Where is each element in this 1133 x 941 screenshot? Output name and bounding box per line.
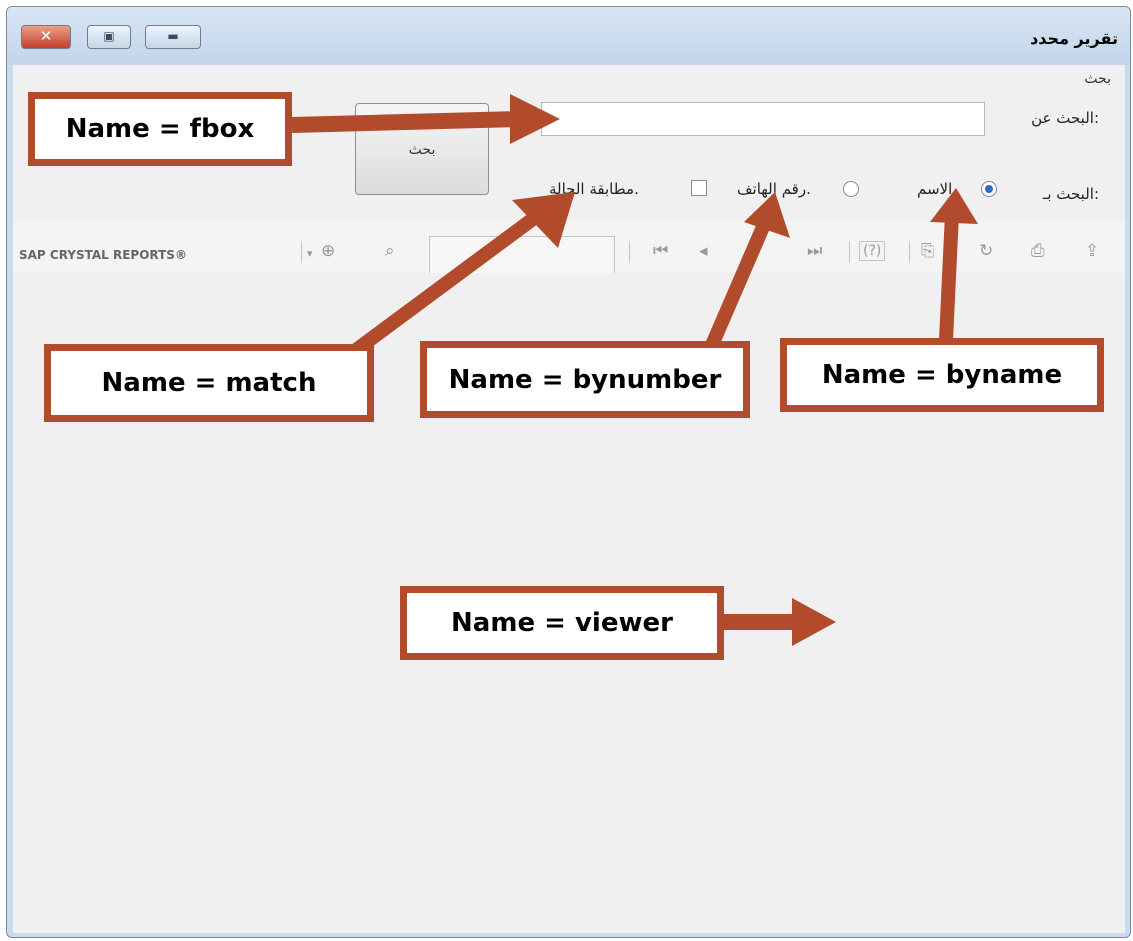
callout-fbox: Name = fbox	[28, 92, 292, 166]
arrow-to-bynumber	[705, 217, 773, 348]
arrow-head-viewer	[792, 598, 836, 646]
arrow-to-match	[351, 204, 550, 356]
callout-bynumber: Name = bynumber	[420, 341, 750, 418]
callout-viewer: Name = viewer	[400, 586, 724, 660]
arrow-to-fbox	[291, 111, 521, 133]
callout-byname: Name = byname	[780, 338, 1104, 412]
callout-match: Name = match	[44, 344, 374, 422]
arrow-head-fbox	[510, 94, 560, 144]
arrow-head-byname	[930, 188, 978, 224]
arrow-to-byname	[939, 213, 959, 341]
